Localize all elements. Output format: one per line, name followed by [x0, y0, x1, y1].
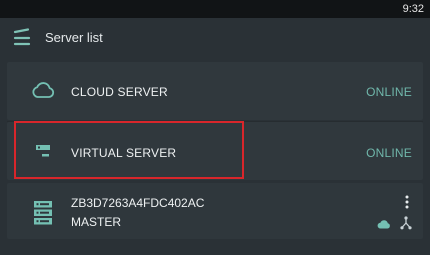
status-time: 9:32 — [402, 3, 424, 15]
menu-icon[interactable] — [13, 28, 31, 48]
device-id: ZB3D7263A4FDC402AC — [71, 196, 205, 210]
network-icon — [400, 216, 412, 230]
cloud-icon — [32, 82, 55, 98]
selection-highlight — [14, 121, 244, 179]
more-vert-icon[interactable] — [404, 195, 410, 209]
server-rack-icon — [34, 201, 52, 225]
server-item-cloud[interactable]: CLOUD SERVER ONLINE — [7, 62, 423, 120]
device-role: MASTER — [71, 215, 122, 229]
device-item[interactable]: ZB3D7263A4FDC402AC MASTER — [7, 183, 423, 239]
cloud-icon — [377, 220, 390, 229]
server-label: CLOUD SERVER — [71, 85, 168, 99]
status-badge: ONLINE — [366, 85, 412, 99]
status-bar: 9:32 — [0, 0, 430, 18]
page-title: Server list — [45, 30, 103, 45]
app-bar: Server list — [0, 18, 430, 60]
status-badge: ONLINE — [366, 146, 412, 160]
